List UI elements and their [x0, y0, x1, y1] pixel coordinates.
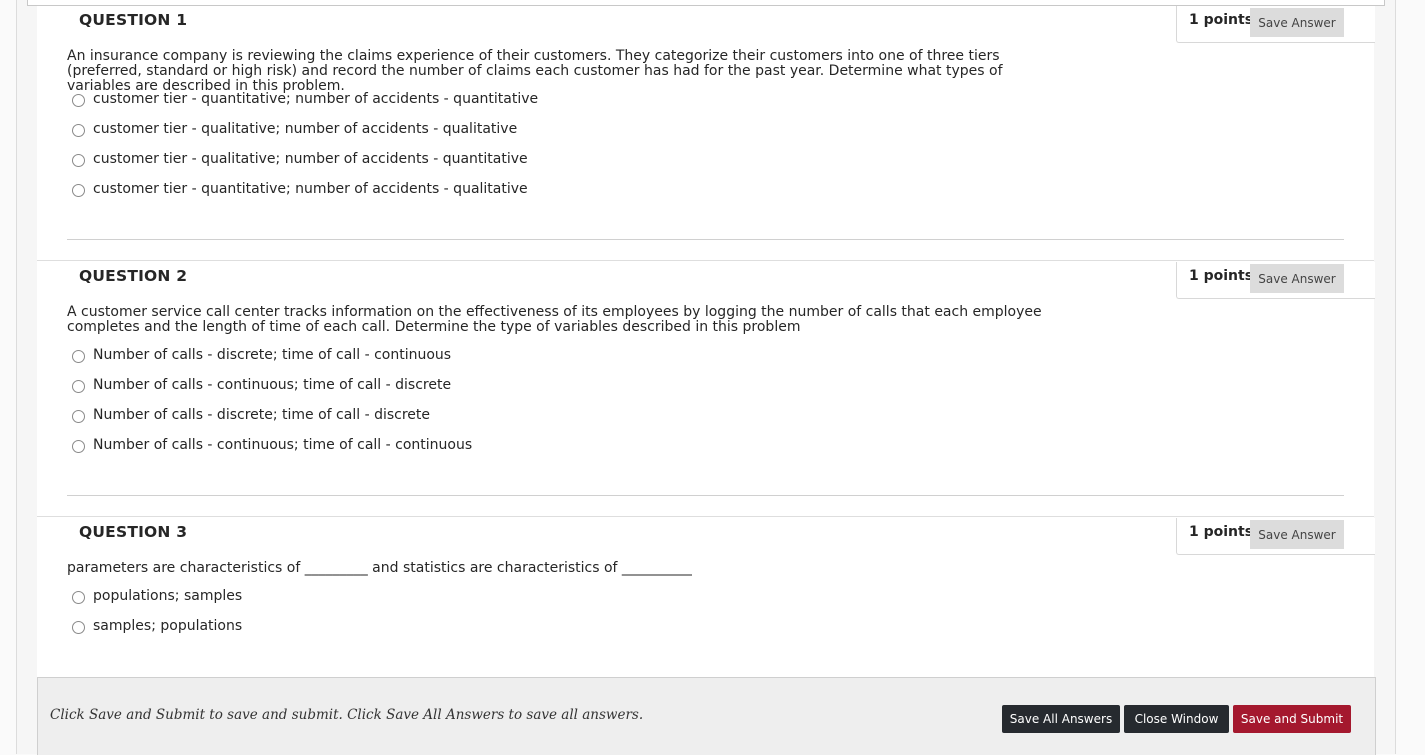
close-window-button[interactable]: Close Window	[1124, 705, 1229, 733]
answer-option[interactable]: Number of calls - continuous; time of ca…	[72, 437, 472, 453]
answer-option[interactable]: samples; populations	[72, 618, 242, 634]
answer-option[interactable]: customer tier - qualitative; number of a…	[72, 121, 517, 137]
save-answer-button[interactable]: Save Answer	[1250, 264, 1344, 293]
points-box: 1 points Save Answer	[1176, 518, 1375, 555]
questions-container: QUESTION 1 1 points Save Answer An insur…	[37, 6, 1375, 754]
save-answer-button[interactable]: Save Answer	[1250, 8, 1344, 37]
option-label: samples; populations	[93, 618, 243, 634]
save-and-submit-button[interactable]: Save and Submit	[1233, 705, 1351, 733]
radio-button[interactable]	[72, 591, 85, 604]
radio-button[interactable]	[72, 154, 85, 167]
answer-option[interactable]: Number of calls - continuous; time of ca…	[72, 377, 451, 393]
question-divider	[67, 239, 1344, 240]
question-text: A customer service call center tracks in…	[67, 304, 1042, 335]
points-label: 1 points	[1189, 268, 1254, 284]
option-label: populations; samples	[93, 588, 243, 604]
question-separator	[37, 516, 1374, 517]
option-label: Number of calls - discrete; time of call…	[93, 347, 452, 363]
question-divider	[67, 495, 1344, 496]
footer-instructions: Click Save and Submit to save and submit…	[50, 707, 644, 723]
radio-button[interactable]	[72, 380, 85, 393]
question-title: QUESTION 2	[79, 267, 188, 285]
question-text: An insurance company is reviewing the cl…	[67, 48, 1003, 94]
answer-option[interactable]: customer tier - qualitative; number of a…	[72, 151, 528, 167]
radio-button[interactable]	[72, 350, 85, 363]
answer-option[interactable]: customer tier - quantitative; number of …	[72, 181, 528, 197]
save-answer-button[interactable]: Save Answer	[1250, 520, 1344, 549]
points-label: 1 points	[1189, 12, 1254, 28]
answer-option[interactable]: Number of calls - discrete; time of call…	[72, 347, 451, 363]
option-label: customer tier - qualitative; number of a…	[93, 121, 518, 137]
answer-option[interactable]: populations; samples	[72, 588, 242, 604]
submit-footer: Click Save and Submit to save and submit…	[37, 677, 1376, 755]
option-label: Number of calls - continuous; time of ca…	[93, 437, 473, 453]
question-title: QUESTION 3	[79, 523, 188, 541]
question-title: QUESTION 1	[79, 11, 188, 29]
radio-button[interactable]	[72, 124, 85, 137]
answer-option[interactable]: customer tier - quantitative; number of …	[72, 91, 538, 107]
option-label: Number of calls - continuous; time of ca…	[93, 377, 452, 393]
option-label: customer tier - quantitative; number of …	[93, 181, 528, 197]
question-text: parameters are characteristics of ______…	[67, 560, 692, 576]
points-box: 1 points Save Answer	[1176, 6, 1375, 43]
points-label: 1 points	[1189, 524, 1254, 540]
radio-button[interactable]	[72, 440, 85, 453]
answer-option[interactable]: Number of calls - discrete; time of call…	[72, 407, 430, 423]
option-label: customer tier - qualitative; number of a…	[93, 151, 528, 167]
option-label: Number of calls - discrete; time of call…	[93, 407, 430, 423]
radio-button[interactable]	[72, 621, 85, 634]
question-separator	[37, 260, 1374, 261]
option-label: customer tier - quantitative; number of …	[93, 91, 539, 107]
radio-button[interactable]	[72, 94, 85, 107]
save-all-answers-button[interactable]: Save All Answers	[1002, 705, 1120, 733]
radio-button[interactable]	[72, 410, 85, 423]
points-box: 1 points Save Answer	[1176, 262, 1375, 299]
radio-button[interactable]	[72, 184, 85, 197]
